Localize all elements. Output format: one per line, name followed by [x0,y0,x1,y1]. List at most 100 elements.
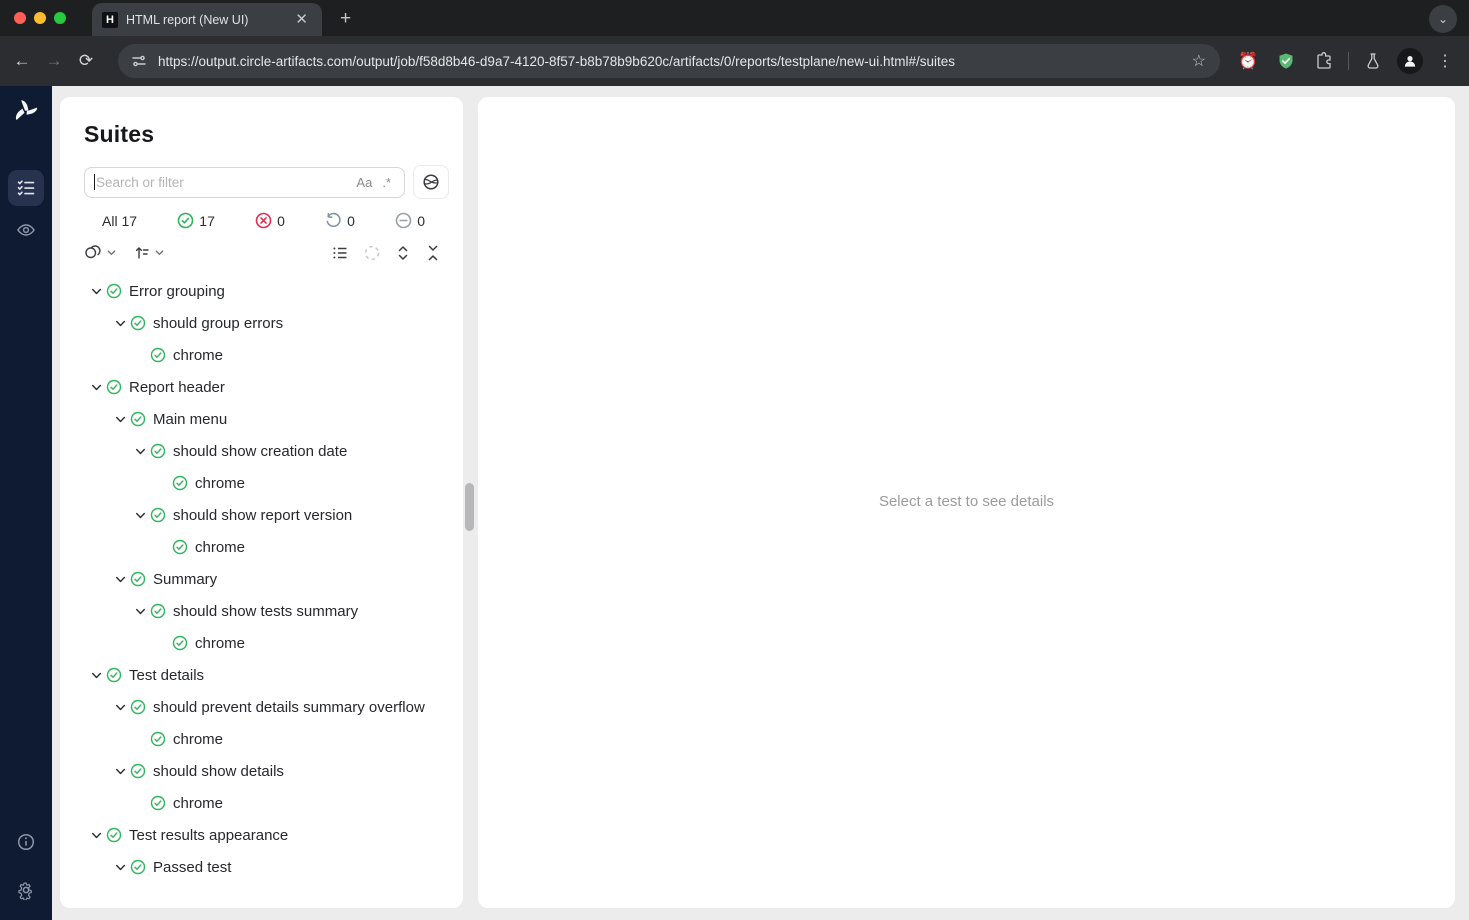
app-sidebar [0,86,52,920]
passed-icon [130,760,147,782]
chevron-down-icon[interactable] [110,568,130,590]
test-details-panel: Select a test to see details [478,97,1455,908]
tree-row[interactable]: Main menu [60,404,463,436]
tree-row[interactable]: chrome [60,628,463,660]
tree-toolbar [84,243,441,262]
bookmark-star-icon[interactable]: ☆ [1188,51,1210,71]
passed-icon [106,664,123,686]
expand-all-icon [395,244,411,262]
tree-row[interactable]: should show report version [60,500,463,532]
browser-menu-icon[interactable]: ⋮ [1433,51,1457,71]
tree-row[interactable]: should prevent details summary overflow [60,692,463,724]
tree-row[interactable]: Passed test [60,852,463,884]
chevron-down-icon[interactable] [86,664,106,686]
reload-icon[interactable]: ⟳ [70,45,102,77]
tree-row[interactable]: chrome [60,532,463,564]
filter-passed[interactable]: 17 [177,212,215,229]
site-info-icon[interactable] [126,48,152,74]
tree-row[interactable]: chrome [60,724,463,756]
suites-scrollbar-thumb[interactable] [465,483,474,531]
labs-flask-icon[interactable] [1359,47,1387,75]
new-tab-button[interactable]: + [334,8,357,29]
extensions-puzzle-icon[interactable] [1310,47,1338,75]
alarm-extension-icon[interactable]: ⏰ [1234,47,1262,75]
tab-favicon: H [102,12,118,28]
tab-title: HTML report (New UI) [126,13,283,27]
tree-row[interactable]: Test details [60,660,463,692]
expand-all-button[interactable] [395,244,411,262]
focus-selection-button[interactable] [363,244,381,262]
search-placeholder: Search or filter [96,175,351,190]
profile-avatar[interactable] [1397,48,1423,74]
chevron-down-icon[interactable] [86,376,106,398]
view-list-button[interactable] [331,244,349,262]
sort-by-button[interactable] [133,244,165,262]
tree-row[interactable]: should show tests summary [60,596,463,628]
retry-icon [325,212,342,229]
sidebar-item-info[interactable] [8,824,44,860]
address-bar[interactable]: https://output.circle-artifacts.com/outp… [118,44,1220,78]
tree-row[interactable]: should group errors [60,308,463,340]
page-title: Suites [84,121,463,148]
tree-item-label: Error grouping [129,280,225,302]
tree-row[interactable]: chrome [60,788,463,820]
tree-item-label: should show tests summary [173,600,358,622]
filter-skipped[interactable]: 0 [395,212,425,229]
filter-failed[interactable]: 0 [255,212,285,229]
report-app: Suites Search or filter Aa .* All 17 [0,86,1469,920]
passed-icon [150,344,167,366]
filter-all[interactable]: All 17 [102,213,137,229]
window-close-button[interactable] [14,12,26,24]
passed-icon [106,376,123,398]
sidebar-item-visual-checks[interactable] [8,212,44,248]
browser-tab[interactable]: H HTML report (New UI) ✕ [92,3,322,36]
collapse-all-button[interactable] [425,244,441,262]
tree-row[interactable]: Report header [60,372,463,404]
passed-icon [172,472,189,494]
group-by-button[interactable] [84,243,117,262]
forward-icon[interactable]: → [38,45,70,77]
chevron-down-icon[interactable] [110,856,130,878]
tree-row[interactable]: chrome [60,340,463,372]
tree-row[interactable]: chrome [60,468,463,500]
info-icon [16,832,36,852]
toolbar-separator [1348,52,1349,70]
filter-retried[interactable]: 0 [325,212,355,229]
chevron-down-icon[interactable] [110,312,130,334]
chevron-down-icon[interactable] [130,504,150,526]
toolbar-extensions: ⏰ ⋮ [1234,47,1457,75]
match-case-toggle[interactable]: Aa [351,175,377,190]
suites-panel: Suites Search or filter Aa .* All 17 [60,97,463,908]
passed-icon [106,280,123,302]
sidebar-item-settings[interactable] [8,872,44,908]
list-view-icon [331,244,349,262]
tree-row[interactable]: Summary [60,564,463,596]
tab-close-icon[interactable]: ✕ [291,10,312,29]
globe-icon [422,173,440,191]
window-minimize-button[interactable] [34,12,46,24]
chevron-down-icon[interactable] [130,600,150,622]
chevron-spacer [130,728,150,750]
chevron-down-icon[interactable] [110,760,130,782]
browsers-filter-button[interactable] [413,165,449,199]
tree-row[interactable]: should show details [60,756,463,788]
chevron-down-icon[interactable] [86,824,106,846]
url-text[interactable]: https://output.circle-artifacts.com/outp… [158,54,1188,69]
chevron-down-icon[interactable] [110,696,130,718]
search-input[interactable]: Search or filter Aa .* [84,167,405,198]
tab-search-button[interactable]: ⌄ [1429,5,1457,33]
passed-icon [130,568,147,590]
tree-row[interactable]: should show creation date [60,436,463,468]
tree-item-label: chrome [173,728,223,750]
tree-row[interactable]: Test results appearance [60,820,463,852]
chevron-down-icon[interactable] [110,408,130,430]
back-icon[interactable]: ← [6,45,38,77]
sidebar-item-suites[interactable] [8,170,44,206]
tree-row[interactable]: Error grouping [60,276,463,308]
chevron-spacer [152,632,172,654]
shield-extension-icon[interactable] [1272,47,1300,75]
window-zoom-button[interactable] [54,12,66,24]
regex-toggle[interactable]: .* [377,175,396,190]
chevron-down-icon[interactable] [86,280,106,302]
chevron-down-icon[interactable] [130,440,150,462]
